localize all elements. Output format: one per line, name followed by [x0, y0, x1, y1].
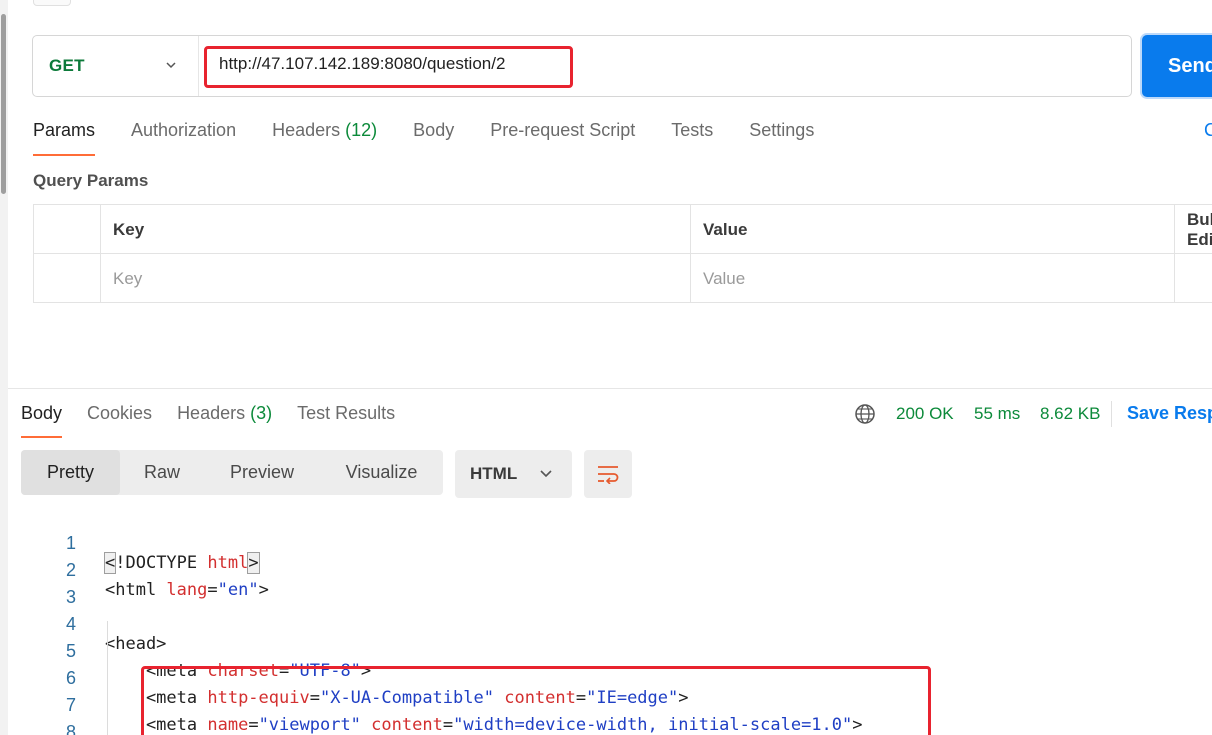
tab-test-results[interactable]: Test Results: [297, 403, 395, 438]
method-label: GET: [49, 56, 85, 75]
globe-icon[interactable]: [854, 403, 876, 425]
response-tabs: Body Cookies Headers (3) Test Results: [21, 403, 420, 438]
query-params-table: Key Value Bulk Edit Key Value: [33, 204, 1212, 303]
description-input[interactable]: [1175, 254, 1212, 303]
response-time[interactable]: 55 ms: [974, 404, 1020, 424]
cookies-link[interactable]: Cookies: [1204, 120, 1212, 141]
code-highlight-box: [141, 666, 931, 735]
tab-label: Params: [33, 120, 96, 140]
tab-label: Headers: [272, 120, 341, 140]
code-line: 1 <!DOCTYPE html>: [0, 513, 1212, 574]
tab-label: Test Results: [297, 403, 396, 423]
view-visualize[interactable]: Visualize: [320, 450, 443, 495]
response-size[interactable]: 8.62 KB: [1040, 404, 1101, 424]
pane-divider[interactable]: [8, 388, 1212, 389]
tab-label: Headers: [177, 403, 246, 423]
code-line: 2 <html lang="en">: [0, 540, 1212, 600]
code-line: 4 <head>: [0, 594, 1212, 654]
status-code[interactable]: 200 OK: [896, 404, 954, 424]
view-pretty[interactable]: Pretty: [21, 450, 120, 495]
checkbox-column-header: [34, 205, 101, 254]
row-checkbox[interactable]: [34, 254, 101, 303]
url-highlight-box: [204, 46, 573, 88]
tab-label: Settings: [749, 120, 815, 140]
save-response-button[interactable]: Save Response: [1127, 403, 1212, 424]
tab-response-cookies[interactable]: Cookies: [87, 403, 152, 438]
key-input[interactable]: Key: [101, 254, 691, 303]
send-button[interactable]: Send: [1142, 35, 1212, 97]
method-select[interactable]: GET: [33, 36, 199, 96]
table-header-row: Key Value Bulk Edit: [34, 205, 1212, 254]
format-label: HTML: [470, 464, 518, 483]
line-number: 8: [65, 722, 76, 735]
tab-headers[interactable]: Headers (12): [272, 120, 377, 156]
tab-response-headers[interactable]: Headers (3): [177, 403, 272, 438]
indent-guide: [107, 621, 108, 735]
tab-count: (12): [345, 120, 378, 140]
tab-tests[interactable]: Tests: [671, 120, 713, 156]
request-url-bar: GET http://47.107.142.189:8080/question/…: [32, 35, 1132, 97]
view-preview[interactable]: Preview: [204, 450, 320, 495]
tab-label: Cookies: [87, 403, 153, 423]
bulk-edit-link[interactable]: Bulk Edit: [1175, 205, 1212, 254]
tab-pre-request-script[interactable]: Pre-request Script: [490, 120, 635, 156]
tab-label: Body: [413, 120, 455, 140]
word-wrap-button[interactable]: [584, 450, 632, 498]
tab-count: (3): [250, 403, 273, 423]
view-raw[interactable]: Raw: [120, 450, 204, 495]
wrap-lines-icon: [598, 466, 619, 484]
tab-label: Authorization: [131, 120, 237, 140]
format-select[interactable]: HTML: [455, 450, 572, 498]
separator: [1111, 401, 1112, 427]
tab-body[interactable]: Body: [413, 120, 454, 156]
tab-label: Body: [21, 403, 63, 423]
value-column-header: Value: [691, 205, 1175, 254]
chevron-down-icon: [540, 470, 552, 478]
tab-label: Pre-request Script: [490, 120, 636, 140]
scrollbar-thumb[interactable]: [1, 14, 6, 194]
tab-response-body[interactable]: Body: [21, 403, 63, 438]
chevron-down-icon: [166, 62, 176, 69]
request-tabs: Params Authorization Headers (12) Body P…: [33, 120, 850, 156]
code-line: 5 <meta charset="UTF-8">: [0, 621, 1212, 681]
query-params-title: Query Params: [33, 171, 149, 190]
tab-authorization[interactable]: Authorization: [131, 120, 236, 156]
view-mode-toggle: Pretty Raw Preview Visualize: [21, 450, 443, 495]
key-column-header: Key: [101, 205, 691, 254]
value-input[interactable]: Value: [691, 254, 1175, 303]
top-chip: [33, 0, 71, 6]
tab-settings[interactable]: Settings: [749, 120, 814, 156]
tab-label: Tests: [671, 120, 714, 140]
tab-params[interactable]: Params: [33, 120, 96, 156]
code-line: 3: [0, 567, 1212, 607]
table-row: Key Value: [34, 254, 1212, 303]
